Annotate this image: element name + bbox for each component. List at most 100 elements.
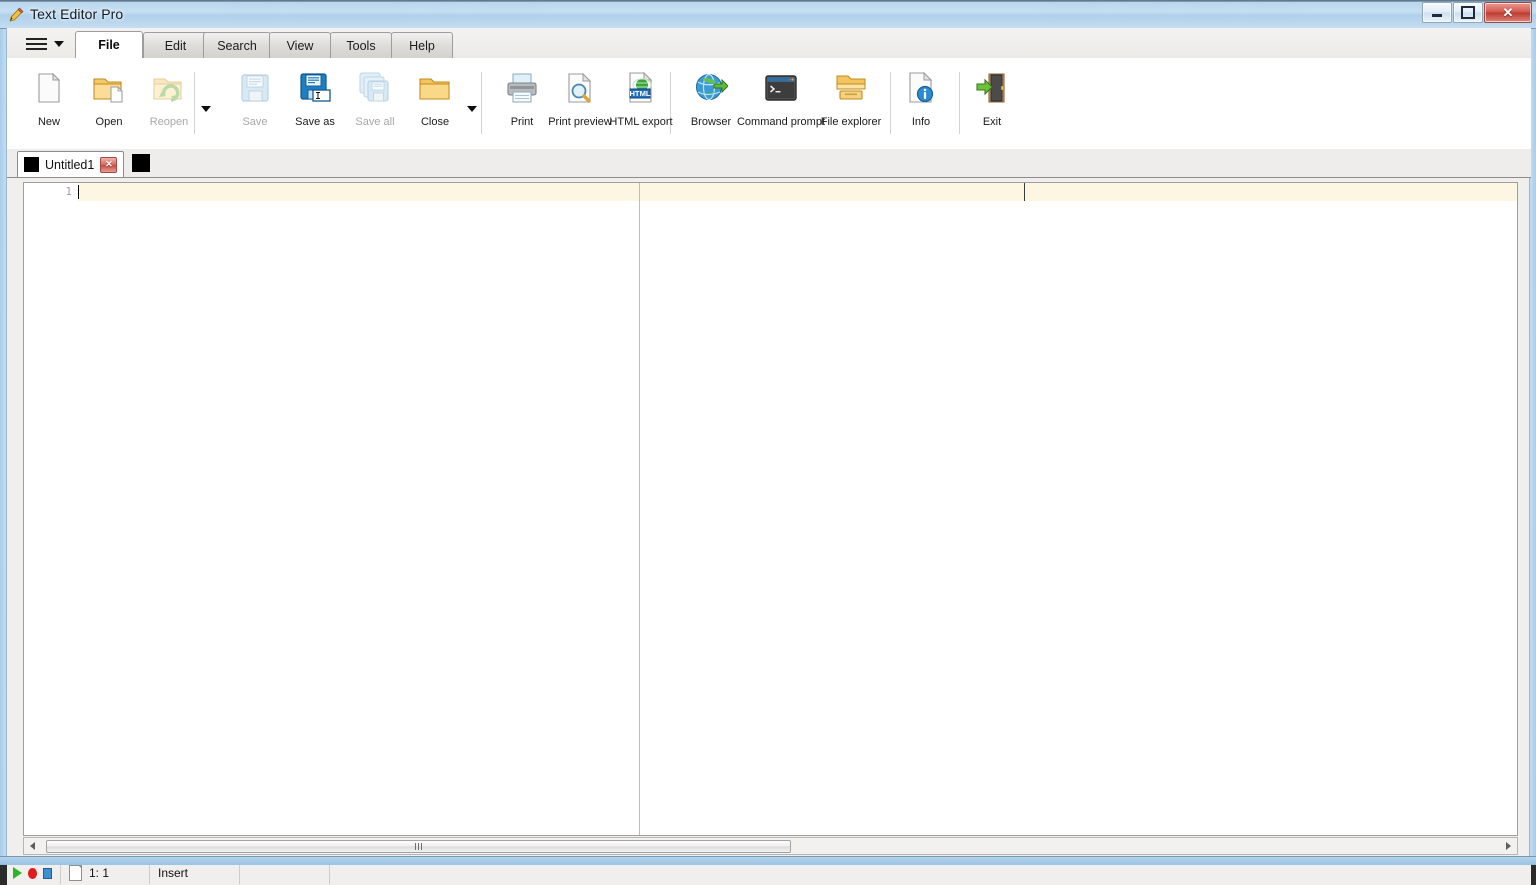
document-tab-untitled1[interactable]: Untitled1 ✕: [17, 151, 124, 177]
horizontal-scrollbar-thumb[interactable]: [46, 840, 791, 853]
close-icon: ✕: [1503, 6, 1514, 19]
macro-stop-icon[interactable]: [43, 868, 52, 879]
toolbar-new-button[interactable]: New: [17, 65, 81, 143]
toolbar-command-prompt-label: Command prompt: [737, 116, 825, 128]
main-menu-button[interactable]: [21, 31, 73, 56]
browser-globe-icon: [694, 71, 728, 105]
tab-view-label: View: [287, 39, 314, 53]
macro-play-icon[interactable]: [13, 867, 22, 879]
toolbar-html-export-button[interactable]: HTML HTML export: [609, 65, 673, 143]
reopen-folder-icon: [152, 71, 186, 105]
tab-tools-label: Tools: [346, 39, 375, 53]
new-document-icon: [32, 71, 66, 105]
save-all-icon: [358, 71, 392, 105]
toolbar-close-button[interactable]: Close: [403, 65, 467, 143]
scroll-right-arrow-icon[interactable]: [1500, 838, 1516, 854]
open-folder-icon: [92, 71, 126, 105]
new-tab-square-icon[interactable]: [132, 154, 150, 172]
right-margin-tick: [1024, 183, 1025, 201]
toolbar-new-label: New: [38, 116, 60, 128]
document-tab-bar: Untitled1 ✕: [7, 149, 1531, 178]
save-floppy-icon: [238, 71, 272, 105]
text-editor-area[interactable]: 1: [23, 182, 1518, 836]
toolbar-browser-label: Browser: [691, 116, 731, 128]
toolbar-print-label: Print: [511, 116, 534, 128]
tab-help[interactable]: Help: [391, 32, 453, 58]
toolbar-exit-label: Exit: [983, 116, 1001, 128]
horizontal-scrollbar[interactable]: [23, 837, 1518, 855]
file-ribbon-toolbar: New Open: [7, 58, 1531, 150]
reopen-dropdown-caret[interactable]: [201, 106, 211, 112]
toolbar-save-as-button[interactable]: Save as: [283, 65, 347, 143]
toolbar-file-explorer-button[interactable]: File explorer: [819, 65, 883, 143]
toolbar-print-button[interactable]: Print: [490, 65, 554, 143]
printer-icon: [505, 71, 539, 105]
tab-search-label: Search: [217, 39, 257, 53]
margin-guide-line: [639, 183, 640, 836]
save-as-icon: [298, 71, 332, 105]
scroll-left-arrow-icon[interactable]: [24, 838, 40, 854]
toolbar-print-preview-button[interactable]: Print preview: [548, 65, 612, 143]
pencil-icon: [8, 7, 24, 23]
toolbar-reopen-button[interactable]: Reopen: [137, 65, 201, 143]
close-dropdown-caret[interactable]: [467, 106, 477, 112]
toolbar-info-label: Info: [912, 116, 930, 128]
html-export-icon: HTML: [624, 71, 658, 105]
toolbar-close-label: Close: [421, 116, 449, 128]
window-title: Text Editor Pro: [30, 6, 123, 22]
toolbar-info-button[interactable]: Info: [889, 65, 953, 143]
macro-controls-cell: [7, 862, 61, 884]
tab-edit-label: Edit: [165, 39, 187, 53]
insert-mode-cell[interactable]: Insert: [150, 862, 240, 884]
toolbar-command-prompt-button[interactable]: Command prompt: [749, 65, 813, 143]
toolbar-exit-button[interactable]: Exit: [960, 65, 1024, 143]
restore-button[interactable]: [1453, 2, 1483, 23]
svg-text:HTML: HTML: [629, 89, 650, 98]
toolbar-file-explorer-label: File explorer: [821, 116, 882, 128]
scroll-thumb-grip-icon: [415, 843, 422, 850]
exit-door-icon: [975, 71, 1009, 105]
chevron-down-icon: [54, 41, 64, 47]
tab-view[interactable]: View: [269, 32, 331, 58]
toolbar-save-all-label: Save all: [355, 116, 394, 128]
toolbar-save-all-button[interactable]: Save all: [343, 65, 407, 143]
tab-file[interactable]: File: [75, 31, 143, 58]
tab-edit[interactable]: Edit: [143, 32, 208, 58]
toolbar-save-button[interactable]: Save: [223, 65, 287, 143]
restore-icon: [1461, 6, 1475, 19]
line-number-1: 1: [65, 185, 72, 198]
title-bar: Text Editor Pro ✕: [0, 0, 1536, 29]
toolbar-open-button[interactable]: Open: [77, 65, 141, 143]
file-explorer-icon: [834, 71, 868, 105]
close-window-button[interactable]: ✕: [1484, 2, 1532, 23]
window-controls: ✕: [1421, 2, 1532, 23]
document-tab-label: Untitled1: [45, 158, 94, 172]
caret-position-icon: [69, 865, 82, 881]
macro-record-icon[interactable]: [28, 868, 37, 879]
tab-file-label: File: [98, 38, 120, 52]
minimize-button[interactable]: [1422, 2, 1452, 23]
current-line-highlight: [24, 183, 1517, 201]
document-square-icon: [24, 157, 39, 172]
tab-search[interactable]: Search: [203, 32, 271, 58]
tab-tools[interactable]: Tools: [330, 32, 392, 58]
toolbar-print-preview-label: Print preview: [548, 116, 612, 128]
tab-help-label: Help: [409, 39, 435, 53]
caret-position-value: 1: 1: [89, 866, 109, 880]
status-cell-5: [330, 862, 1531, 884]
status-cell-4: [240, 862, 330, 884]
client-area: File Edit Search View Tools Help: [6, 28, 1530, 856]
line-number-gutter: 1: [24, 183, 78, 835]
text-caret: [78, 185, 79, 199]
toolbar-save-as-label: Save as: [295, 116, 335, 128]
application-window: Text Editor Pro ✕ File Edit: [0, 0, 1536, 864]
toolbar-html-export-label: HTML export: [609, 116, 672, 128]
terminal-icon: [764, 71, 798, 105]
insert-mode-value: Insert: [158, 866, 188, 880]
menu-tab-strip: File Edit Search View Tools Help: [7, 28, 1531, 59]
toolbar-browser-button[interactable]: Browser: [679, 65, 743, 143]
close-folder-icon: [418, 71, 452, 105]
document-tab-close-icon[interactable]: ✕: [100, 157, 117, 173]
minimize-icon: [1432, 14, 1442, 17]
caret-position-cell: 1: 1: [61, 862, 150, 884]
